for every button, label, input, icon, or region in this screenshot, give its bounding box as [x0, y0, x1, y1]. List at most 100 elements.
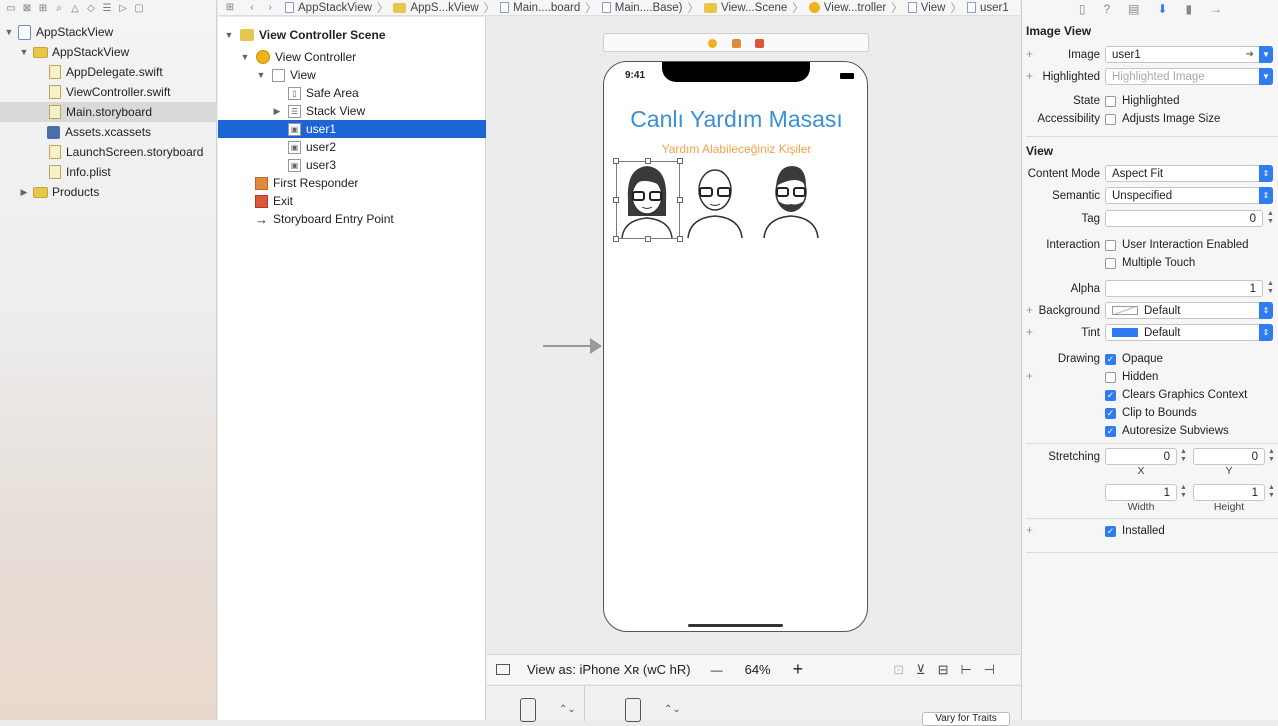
- tag-field[interactable]: 0: [1105, 210, 1263, 227]
- update-frames-icon[interactable]: ⊡: [893, 662, 904, 678]
- source-control-icon[interactable]: ⊠: [21, 2, 33, 14]
- nav-item-infoplist[interactable]: Info.plist: [0, 162, 217, 182]
- opaque-checkbox[interactable]: ✓ Opaque: [1105, 353, 1163, 365]
- connections-inspector-icon[interactable]: →: [1210, 2, 1222, 16]
- user3-image[interactable]: [762, 160, 820, 238]
- outline-toggle-icon[interactable]: [496, 664, 510, 675]
- outline-item-user1[interactable]: ▣ user1: [218, 120, 486, 138]
- checkbox[interactable]: [1105, 371, 1116, 383]
- resize-handle[interactable]: [645, 158, 651, 164]
- background-popup[interactable]: Default ⇕: [1105, 302, 1273, 319]
- chevron-updown-icon[interactable]: ⇕: [1259, 165, 1273, 182]
- plus-icon[interactable]: +: [1026, 69, 1033, 83]
- checkbox-checked[interactable]: ✓: [1105, 353, 1116, 365]
- selection-box[interactable]: [613, 158, 683, 242]
- checkbox[interactable]: [1105, 239, 1116, 251]
- arrow-circle-icon[interactable]: ➜: [1246, 49, 1254, 60]
- chevron-updown-icon[interactable]: ⇕: [1259, 302, 1273, 319]
- checkbox-checked[interactable]: ✓: [1105, 407, 1116, 419]
- forward-arrow-icon[interactable]: ›: [264, 2, 276, 14]
- nav-item-appdelegate[interactable]: AppDelegate.swift: [0, 62, 217, 82]
- nav-item-project[interactable]: ▼ AppStackView: [0, 22, 217, 42]
- device-portrait-icon[interactable]: [520, 698, 536, 722]
- checkbox-checked[interactable]: ✓: [1105, 425, 1116, 437]
- vary-for-traits-button[interactable]: Vary for Traits: [922, 712, 1010, 726]
- chevron-updown-icon[interactable]: ⇕: [1259, 187, 1273, 204]
- orientation-icon[interactable]: [625, 698, 641, 722]
- folder-icon[interactable]: ▭: [5, 2, 17, 14]
- outline-item-safe-area[interactable]: ▯ Safe Area: [218, 84, 486, 102]
- exit-icon[interactable]: [755, 39, 764, 48]
- resize-handle[interactable]: [677, 158, 683, 164]
- breadcrumb-item[interactable]: View...troller: [806, 2, 889, 14]
- view-controller-icon[interactable]: [708, 39, 717, 48]
- disclosure-open-icon[interactable]: ▼: [256, 70, 266, 80]
- clears-graphics-checkbox[interactable]: ✓ Clears Graphics Context: [1105, 389, 1247, 401]
- size-inspector-icon[interactable]: ▮: [1186, 2, 1193, 16]
- disclosure-open-icon[interactable]: ▼: [240, 52, 250, 62]
- help-icon[interactable]: ?: [1103, 2, 1110, 16]
- breadcrumb-item[interactable]: user1: [964, 2, 1012, 14]
- content-mode-popup[interactable]: Aspect Fit ⇕: [1105, 165, 1273, 182]
- checkbox-checked[interactable]: ✓: [1105, 525, 1116, 537]
- breadcrumb-item[interactable]: AppStackView: [282, 2, 375, 14]
- stretch-y-stepper[interactable]: ▲ ▼: [1267, 448, 1276, 465]
- zoom-out-button[interactable]: —: [711, 663, 723, 677]
- alpha-field[interactable]: 1: [1105, 280, 1263, 297]
- hidden-checkbox[interactable]: Hidden: [1105, 371, 1158, 383]
- autoresize-checkbox[interactable]: ✓ Autoresize Subviews: [1105, 425, 1229, 437]
- breadcrumb-item[interactable]: AppS...kView: [390, 2, 481, 14]
- file-inspector-icon[interactable]: ▯: [1079, 2, 1086, 16]
- outline-item-view[interactable]: ▼ View: [218, 66, 486, 84]
- image-combo[interactable]: user1 ➜ ▼: [1105, 46, 1273, 63]
- identity-inspector-icon[interactable]: ▤: [1128, 2, 1139, 16]
- checkbox[interactable]: [1105, 257, 1116, 269]
- nav-item-launchscreen[interactable]: LaunchScreen.storyboard: [0, 142, 217, 162]
- report-icon[interactable]: ▢: [133, 2, 145, 14]
- outline-item-first-responder[interactable]: First Responder: [218, 174, 486, 192]
- adjusts-image-size-checkbox[interactable]: Adjusts Image Size: [1105, 113, 1220, 125]
- stepper-icon[interactable]: ⌃⌄: [664, 704, 681, 715]
- semantic-popup[interactable]: Unspecified ⇕: [1105, 187, 1273, 204]
- stretch-height-stepper[interactable]: ▲ ▼: [1267, 484, 1276, 501]
- zoom-level[interactable]: 64%: [745, 662, 771, 677]
- stretch-x-field[interactable]: 0: [1105, 448, 1177, 465]
- debug-icon[interactable]: ☰: [101, 2, 113, 14]
- nav-item-products[interactable]: ▶ Products: [0, 182, 217, 202]
- disclosure-open-icon[interactable]: ▼: [224, 30, 234, 40]
- resize-handle[interactable]: [645, 236, 651, 242]
- tint-popup[interactable]: Default ⇕: [1105, 324, 1273, 341]
- outline-item-scene[interactable]: ▼ View Controller Scene: [218, 26, 486, 44]
- align-icon[interactable]: ⊟: [938, 662, 949, 678]
- outline-item-view-controller[interactable]: ▼ View Controller: [218, 48, 486, 66]
- stepper-icon[interactable]: ⌃⌄: [559, 704, 576, 715]
- plus-icon[interactable]: +: [1026, 325, 1033, 339]
- installed-checkbox[interactable]: ✓ Installed: [1105, 525, 1165, 537]
- zoom-in-button[interactable]: +: [793, 660, 804, 678]
- resize-handle[interactable]: [677, 236, 683, 242]
- view-as-device-button[interactable]: View as: iPhone Xʀ (wC hR): [527, 662, 691, 677]
- clip-to-bounds-checkbox[interactable]: ✓ Clip to Bounds: [1105, 407, 1197, 419]
- resolve-auto-layout-icon[interactable]: ⊣: [984, 662, 995, 678]
- chevron-down-icon[interactable]: ▼: [1259, 46, 1273, 63]
- nav-item-assets[interactable]: Assets.xcassets: [0, 122, 217, 142]
- highlighted-image-combo[interactable]: Highlighted Image ▼: [1105, 68, 1273, 85]
- alpha-stepper[interactable]: ▲ ▼: [1266, 280, 1275, 297]
- grid-icon[interactable]: ⊞: [224, 2, 236, 14]
- search-icon[interactable]: ⌕: [53, 2, 65, 14]
- breakpoint-icon[interactable]: ▷: [117, 2, 129, 14]
- resize-handle[interactable]: [613, 197, 619, 203]
- hierarchy-icon[interactable]: ⊞: [37, 2, 49, 14]
- chevron-updown-icon[interactable]: ⇕: [1259, 324, 1273, 341]
- breadcrumb-item[interactable]: View: [905, 2, 949, 14]
- breadcrumb-item[interactable]: Main....Base): [599, 2, 686, 14]
- outline-item-exit[interactable]: Exit: [218, 192, 486, 210]
- disclosure-closed-icon[interactable]: ▶: [272, 106, 282, 117]
- app-subtitle-label[interactable]: Yardım Alabileceğiniz Kişiler: [604, 142, 867, 156]
- app-title-label[interactable]: Canlı Yardım Masası: [604, 106, 867, 133]
- user2-image[interactable]: [686, 160, 744, 238]
- stretch-height-field[interactable]: 1: [1193, 484, 1265, 501]
- pin-icon[interactable]: ⊢: [960, 662, 971, 678]
- embed-icon[interactable]: ⊻: [916, 662, 926, 678]
- attributes-inspector-icon[interactable]: ⬇: [1157, 2, 1167, 16]
